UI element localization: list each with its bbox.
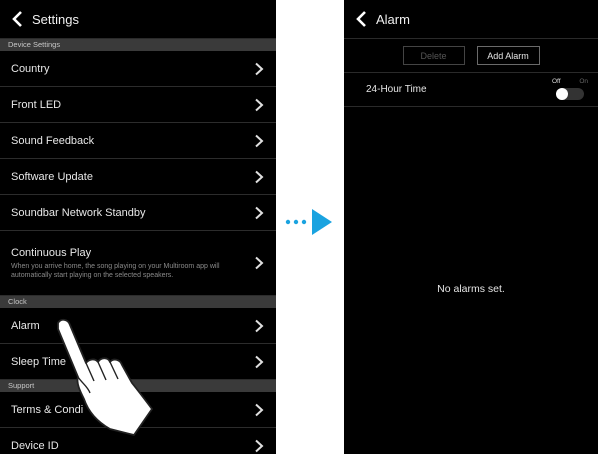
chevron-left-icon [12, 11, 22, 27]
settings-item-continuous-play[interactable]: Continuous Play When you arrive home, th… [0, 231, 276, 296]
settings-item-label: Country [11, 62, 50, 75]
settings-item-sound-feedback[interactable]: Sound Feedback [0, 123, 276, 159]
page-title: Alarm [376, 11, 410, 27]
settings-screen: Settings Device Settings Country Front L… [0, 0, 276, 454]
toggle-switch[interactable] [556, 88, 584, 100]
delete-button[interactable]: Delete [402, 46, 465, 65]
settings-item-description: When you arrive home, the song playing o… [11, 262, 220, 279]
settings-item-label: Software Update [11, 170, 93, 183]
settings-item-label: Device ID [11, 439, 59, 452]
alarm-toolbar: Delete Add Alarm [344, 39, 598, 73]
chevron-right-icon [255, 170, 264, 183]
settings-item-label: Alarm [11, 319, 40, 332]
page-title: Settings [32, 11, 79, 27]
chevron-right-icon [255, 98, 264, 111]
chevron-right-icon [255, 62, 264, 75]
chevron-right-icon [255, 439, 264, 452]
arrow-right-icon [285, 209, 332, 235]
empty-state-message: No alarms set. [437, 283, 505, 295]
toggle-on-label: On [579, 78, 588, 85]
chevron-left-icon [356, 11, 366, 27]
chevron-right-icon [255, 256, 264, 270]
settings-back-button[interactable]: Settings [10, 10, 79, 28]
settings-item-network-standby[interactable]: Soundbar Network Standby [0, 195, 276, 231]
hour-format-toggle[interactable]: Off On [550, 78, 590, 102]
settings-item-front-led[interactable]: Front LED [0, 87, 276, 123]
chevron-right-icon [255, 206, 264, 219]
alarm-back-button[interactable]: Alarm [354, 10, 410, 28]
chevron-right-icon [255, 355, 264, 368]
settings-item-label: Front LED [11, 98, 62, 111]
alarm-header: Alarm [344, 0, 598, 39]
add-alarm-button[interactable]: Add Alarm [476, 46, 540, 65]
section-header-device-settings: Device Settings [0, 39, 276, 51]
hand-pointer-icon [57, 318, 153, 436]
settings-header: Settings [0, 0, 276, 39]
settings-item-country[interactable]: Country [0, 51, 276, 87]
settings-item-software-update[interactable]: Software Update [0, 159, 276, 195]
alarm-screen: Alarm Delete Add Alarm 24-Hour Time Off … [344, 0, 598, 454]
settings-item-label: Soundbar Network Standby [11, 206, 146, 219]
toggle-knob [556, 88, 568, 100]
chevron-right-icon [255, 403, 264, 416]
settings-item-label: Continuous Play [11, 246, 92, 259]
toggle-off-label: Off [552, 78, 561, 85]
chevron-right-icon [255, 319, 264, 332]
settings-item-label: Sound Feedback [11, 134, 95, 147]
hour-format-row: 24-Hour Time Off On [344, 73, 598, 107]
hour-format-label: 24-Hour Time [366, 84, 427, 95]
chevron-right-icon [255, 134, 264, 147]
section-header-clock: Clock [0, 296, 276, 308]
